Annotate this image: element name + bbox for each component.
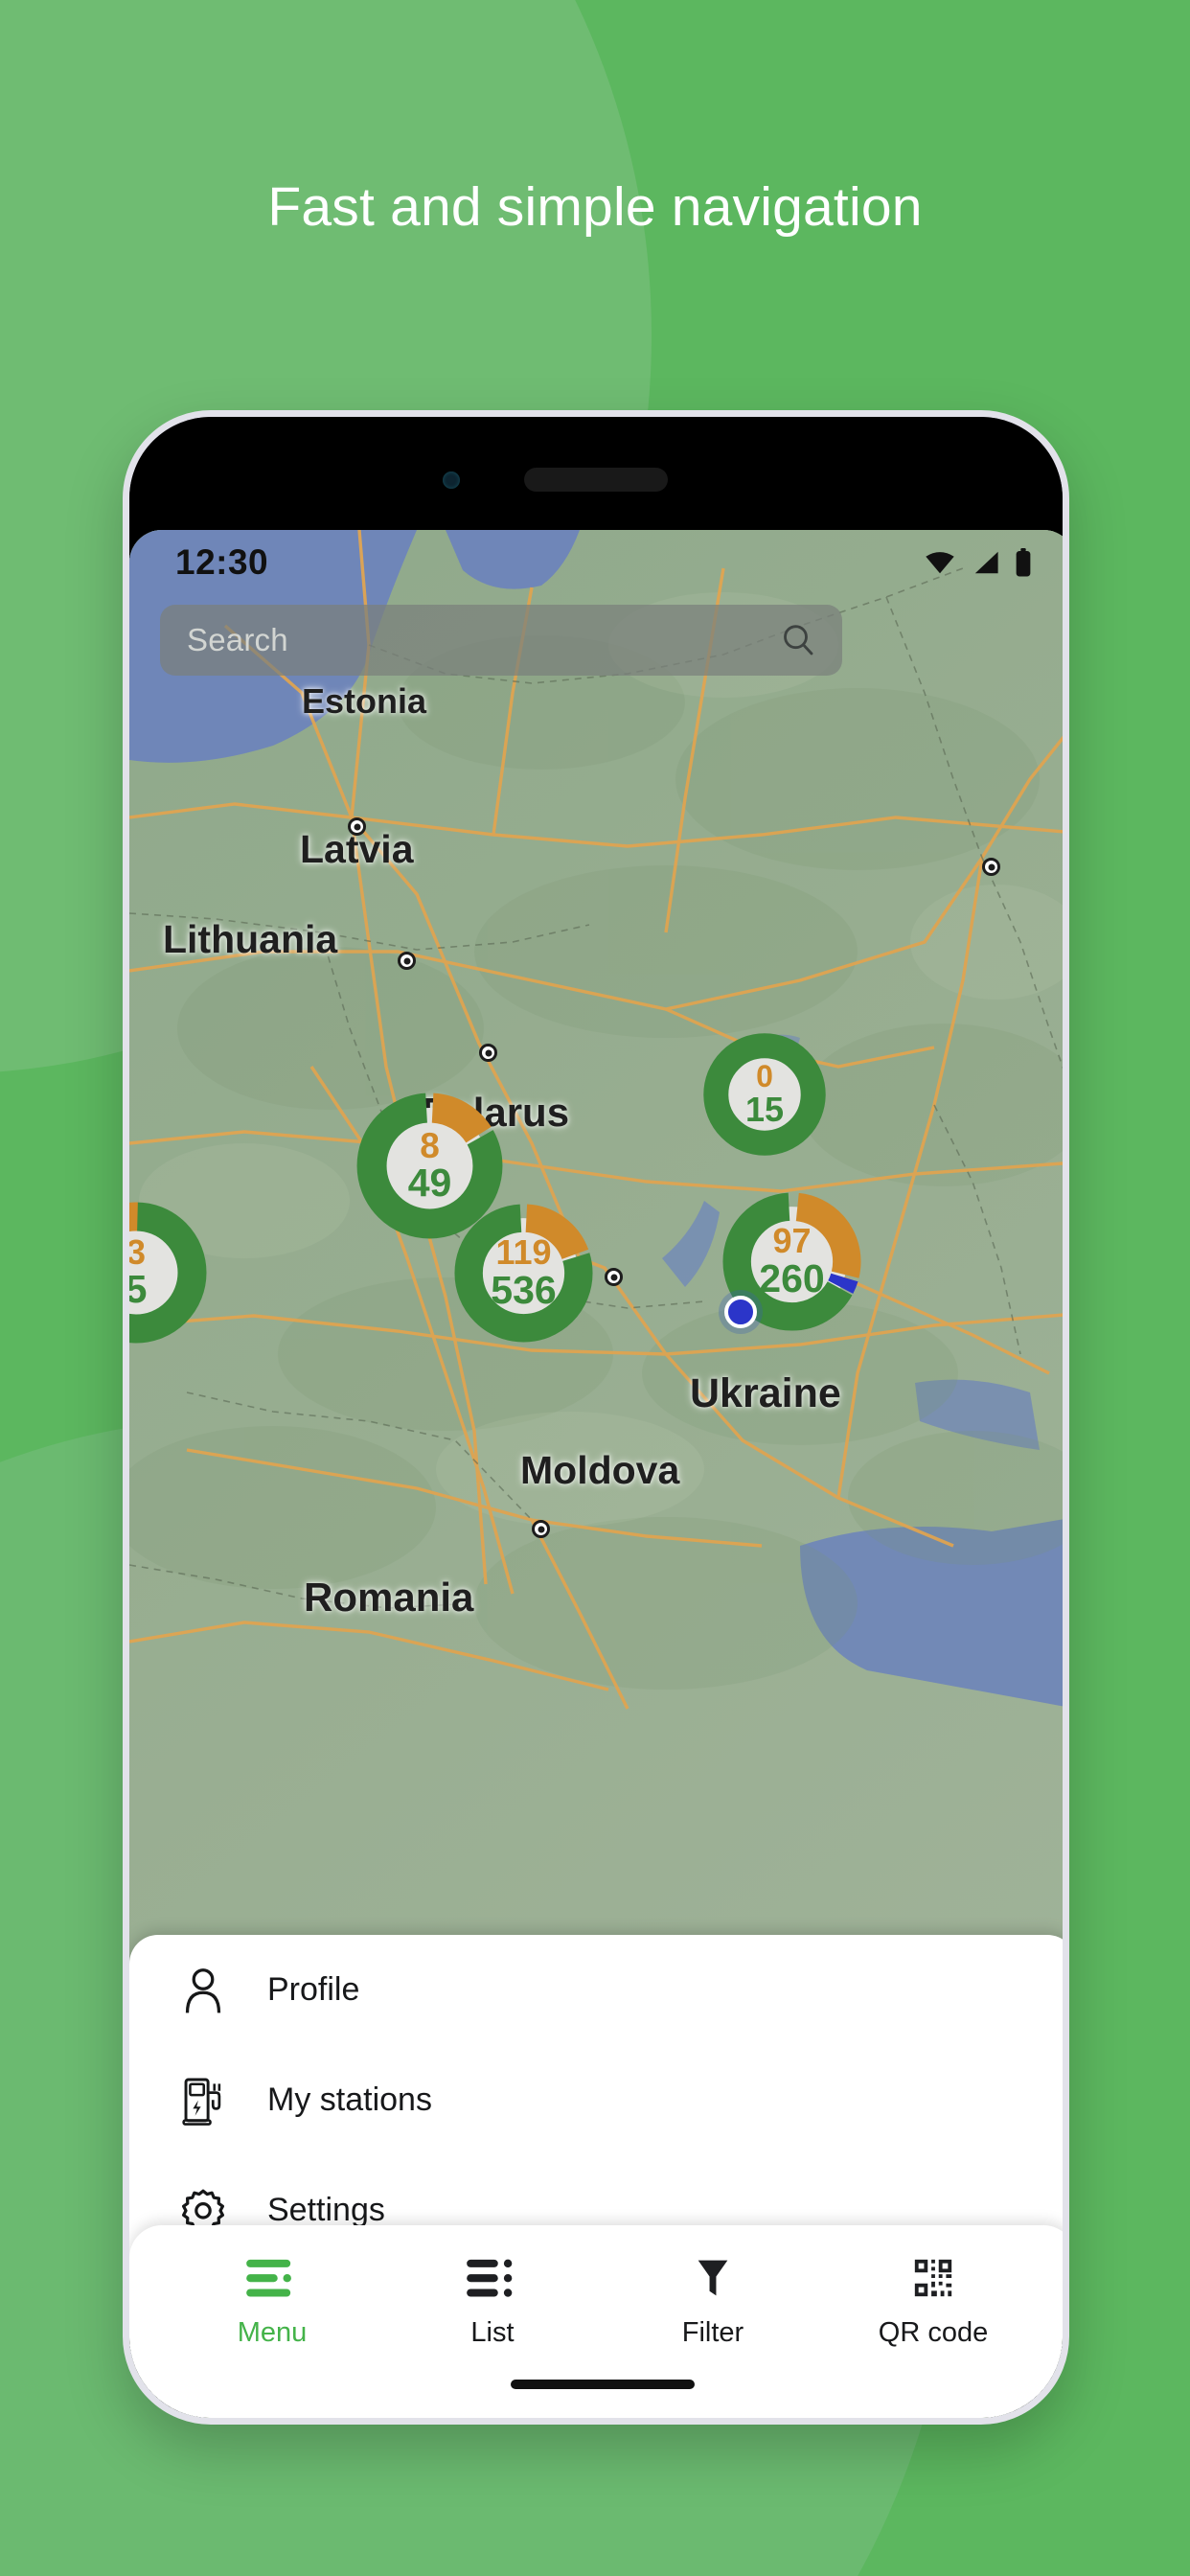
map-country-label: Ukraine — [690, 1370, 841, 1416]
phone-mockup: Estonia Latvia Lithuania Belarus Ukraine… — [123, 410, 1069, 2425]
map-city-marker[interactable] — [398, 952, 416, 970]
battery-icon — [1016, 548, 1031, 577]
bottom-nav-item-menu[interactable]: Menu — [162, 2256, 382, 2418]
qr-code-icon — [914, 2259, 952, 2297]
filter-icon — [698, 2260, 728, 2296]
user-location-dot-icon — [724, 1296, 757, 1328]
status-bar-icons — [923, 548, 1032, 577]
search-input[interactable]: Search — [187, 622, 779, 658]
phone-bezel: Estonia Latvia Lithuania Belarus Ukraine… — [129, 417, 1063, 2418]
home-indicator[interactable] — [511, 2380, 695, 2389]
map-country-label: Lithuania — [163, 917, 338, 961]
cluster-counts: 3 5 — [129, 1201, 208, 1345]
phone-screen: Estonia Latvia Lithuania Belarus Ukraine… — [129, 530, 1063, 2418]
status-bar-time: 12:30 — [175, 542, 269, 582]
menu-item-label: Profile — [267, 1971, 360, 2008]
status-bar: 12:30 — [129, 530, 1063, 595]
bottom-nav-label: QR code — [878, 2317, 989, 2348]
map-country-label: Estonia — [302, 681, 427, 721]
menu-item-profile[interactable]: Profile — [129, 1935, 1063, 2045]
map-city-marker[interactable] — [605, 1268, 623, 1286]
list-icon — [467, 2259, 513, 2297]
cluster-counts: 0 15 — [744, 1059, 785, 1129]
earpiece-speaker — [524, 468, 668, 492]
wifi-icon — [926, 552, 954, 574]
charging-station-icon — [177, 2076, 229, 2126]
user-location-marker — [719, 1290, 763, 1334]
menu-item-label: My stations — [267, 2082, 432, 2118]
cluster-counts: 119 536 — [491, 1232, 557, 1312]
bottom-nav-label: Filter — [681, 2317, 744, 2348]
map-city-marker[interactable] — [348, 817, 366, 836]
map-country-label: Moldova — [520, 1448, 680, 1492]
search-icon[interactable] — [779, 621, 817, 659]
cluster-marker-west[interactable]: 3 5 — [129, 1201, 208, 1345]
bottom-navigation-bar: Menu List Filter QR code — [129, 2225, 1063, 2418]
bottom-nav-item-filter[interactable]: Filter — [603, 2256, 823, 2418]
front-camera-icon — [443, 472, 460, 489]
bottom-nav-label: Menu — [237, 2317, 308, 2348]
menu-item-my-stations[interactable]: My stations — [129, 2045, 1063, 2155]
cellular-signal-icon — [974, 551, 998, 574]
cluster-marker-kyiv[interactable]: 119 536 — [453, 1203, 594, 1344]
person-icon — [177, 1966, 229, 2014]
map-city-marker[interactable] — [532, 1520, 550, 1538]
menu-icon — [246, 2259, 291, 2297]
bottom-nav-label: List — [470, 2317, 515, 2348]
cluster-marker-north-east[interactable]: 0 15 — [702, 1032, 827, 1157]
promo-headline: Fast and simple navigation — [267, 176, 923, 238]
menu-item-label: Settings — [267, 2192, 385, 2228]
bottom-nav-item-list[interactable]: List — [382, 2256, 603, 2418]
map-country-label: Romania — [304, 1575, 474, 1620]
map-city-marker[interactable] — [982, 858, 1000, 876]
map-city-marker[interactable] — [479, 1044, 497, 1062]
search-bar[interactable]: Search — [160, 605, 842, 676]
bottom-nav-item-qr-code[interactable]: QR code — [823, 2256, 1043, 2418]
